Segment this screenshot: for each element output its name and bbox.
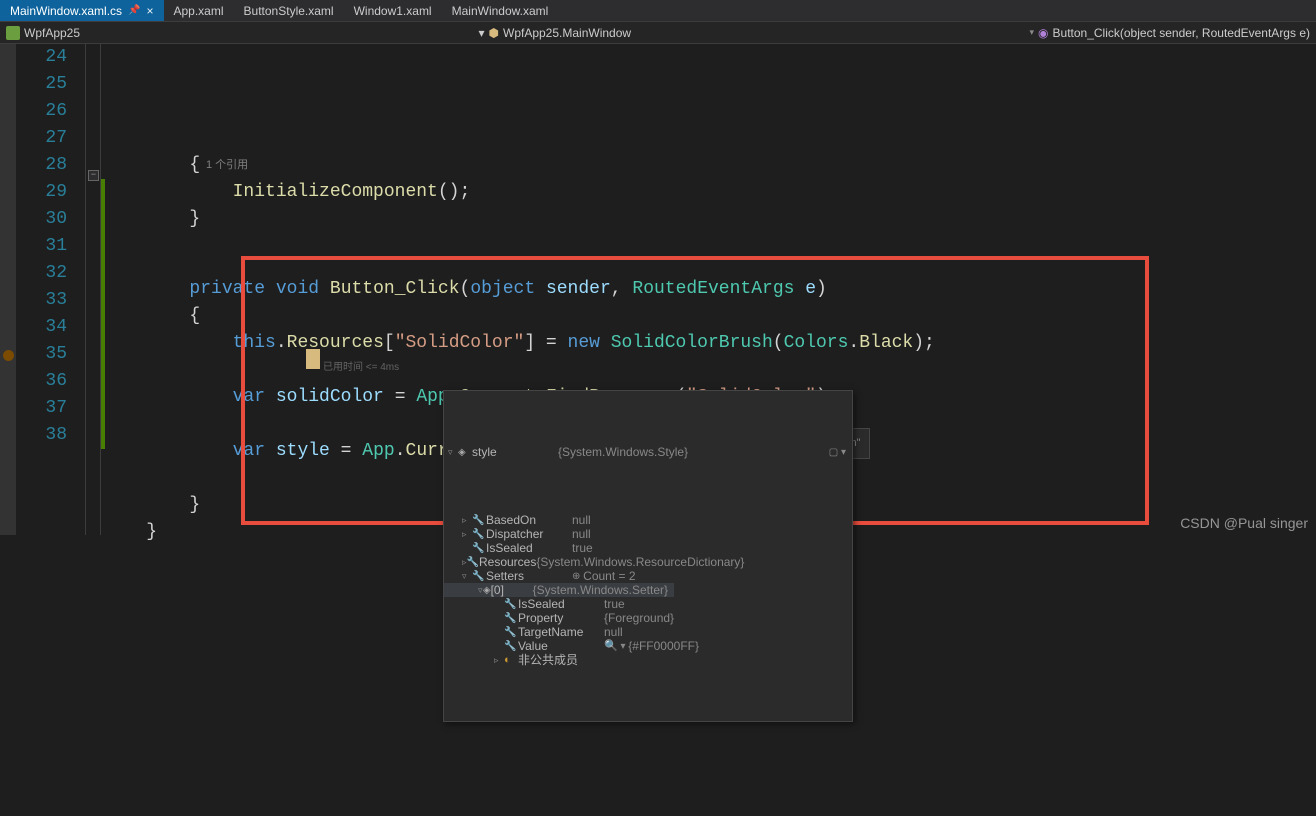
- line-number: 37: [0, 395, 67, 422]
- tab-mainwindow-cs[interactable]: MainWindow.xaml.cs 📌 ×: [0, 0, 164, 21]
- tab-label: App.xaml: [174, 4, 224, 18]
- code-line[interactable]: private void Button_Click(object sender,…: [103, 276, 935, 303]
- close-icon[interactable]: ×: [146, 4, 153, 18]
- tab-label: ButtonStyle.xaml: [244, 4, 334, 18]
- debug-datatip[interactable]: ▿ ◈ style {System.Windows.Style} ▢ ▾ ▹🔧B…: [443, 390, 853, 722]
- current-statement-marker: [306, 349, 320, 369]
- watermark: CSDN @Pual singer: [1180, 515, 1308, 531]
- code-line[interactable]: }: [103, 206, 935, 233]
- perf-tip: 已用时间 <= 4ms: [323, 354, 399, 381]
- outline-column[interactable]: −: [85, 44, 101, 535]
- method-icon: ◉: [1038, 26, 1048, 40]
- tab-label: MainWindow.xaml.cs: [10, 4, 122, 18]
- line-number: 33: [0, 287, 67, 314]
- line-number: 27: [0, 125, 67, 152]
- project-dropdown[interactable]: WpfApp25: [0, 26, 86, 40]
- line-number: 28: [0, 152, 67, 179]
- member-dropdown[interactable]: ▾ ◉ Button_Click(object sender, RoutedEv…: [1024, 26, 1316, 40]
- tab-mainwindow-xaml[interactable]: MainWindow.xaml: [442, 0, 559, 21]
- codelens-refs[interactable]: 1 个引用: [206, 152, 248, 179]
- code-area[interactable]: 1 个引用 { InitializeComponent(); } private…: [101, 44, 935, 535]
- line-number: 34: [0, 314, 67, 341]
- line-gutter: 242526272829303132333435363738: [0, 44, 85, 535]
- datatip-root-value: {System.Windows.Style}: [558, 439, 829, 466]
- pin-icon[interactable]: 📌: [128, 5, 140, 16]
- datatip-root-name: style: [472, 439, 558, 466]
- datatip-root-row[interactable]: ▿ ◈ style {System.Windows.Style} ▢ ▾: [444, 445, 852, 459]
- nav-bar: WpfApp25 ▾ ⬢ WpfApp25.MainWindow ▾ ◉ But…: [0, 22, 1316, 44]
- line-number: 35: [0, 341, 67, 368]
- tab-buttonstyle-xaml[interactable]: ButtonStyle.xaml: [234, 0, 344, 21]
- change-indicator: [101, 179, 105, 449]
- line-number: 25: [0, 71, 67, 98]
- line-number: 32: [0, 260, 67, 287]
- tab-label: MainWindow.xaml: [452, 4, 549, 18]
- project-name: WpfApp25: [24, 26, 80, 40]
- line-number: 31: [0, 233, 67, 260]
- line-number: 30: [0, 206, 67, 233]
- code-line[interactable]: InitializeComponent();: [103, 179, 935, 206]
- pin-icon[interactable]: ▢ ▾: [829, 439, 846, 466]
- line-number: 36: [0, 368, 67, 395]
- line-number: 24: [0, 44, 67, 71]
- code-line[interactable]: this.Resources["SolidColor"] = new Solid…: [103, 330, 935, 357]
- tab-label: Window1.xaml: [354, 4, 432, 18]
- tab-app-xaml[interactable]: App.xaml: [164, 0, 234, 21]
- class-icon: ⬢: [489, 26, 499, 40]
- csharp-icon: [6, 26, 20, 40]
- line-number: 29: [0, 179, 67, 206]
- code-editor[interactable]: 242526272829303132333435363738 − 1 个引用 {…: [0, 44, 1316, 535]
- type-dropdown[interactable]: ▾ ⬢ WpfApp25.MainWindow: [86, 26, 1023, 40]
- collapse-toggle[interactable]: −: [88, 170, 99, 181]
- code-line[interactable]: [103, 233, 935, 260]
- variable-icon: ◈: [458, 439, 472, 466]
- line-number: 38: [0, 422, 67, 449]
- line-number: 26: [0, 98, 67, 125]
- type-name: WpfApp25.MainWindow: [503, 26, 631, 40]
- member-name: Button_Click(object sender, RoutedEventA…: [1053, 26, 1310, 40]
- code-line[interactable]: {: [103, 303, 935, 330]
- code-line[interactable]: [103, 357, 935, 384]
- tab-window1-xaml[interactable]: Window1.xaml: [344, 0, 442, 21]
- expand-toggle[interactable]: ▿: [448, 439, 458, 466]
- editor-tabs: MainWindow.xaml.cs 📌 × App.xaml ButtonSt…: [0, 0, 1316, 22]
